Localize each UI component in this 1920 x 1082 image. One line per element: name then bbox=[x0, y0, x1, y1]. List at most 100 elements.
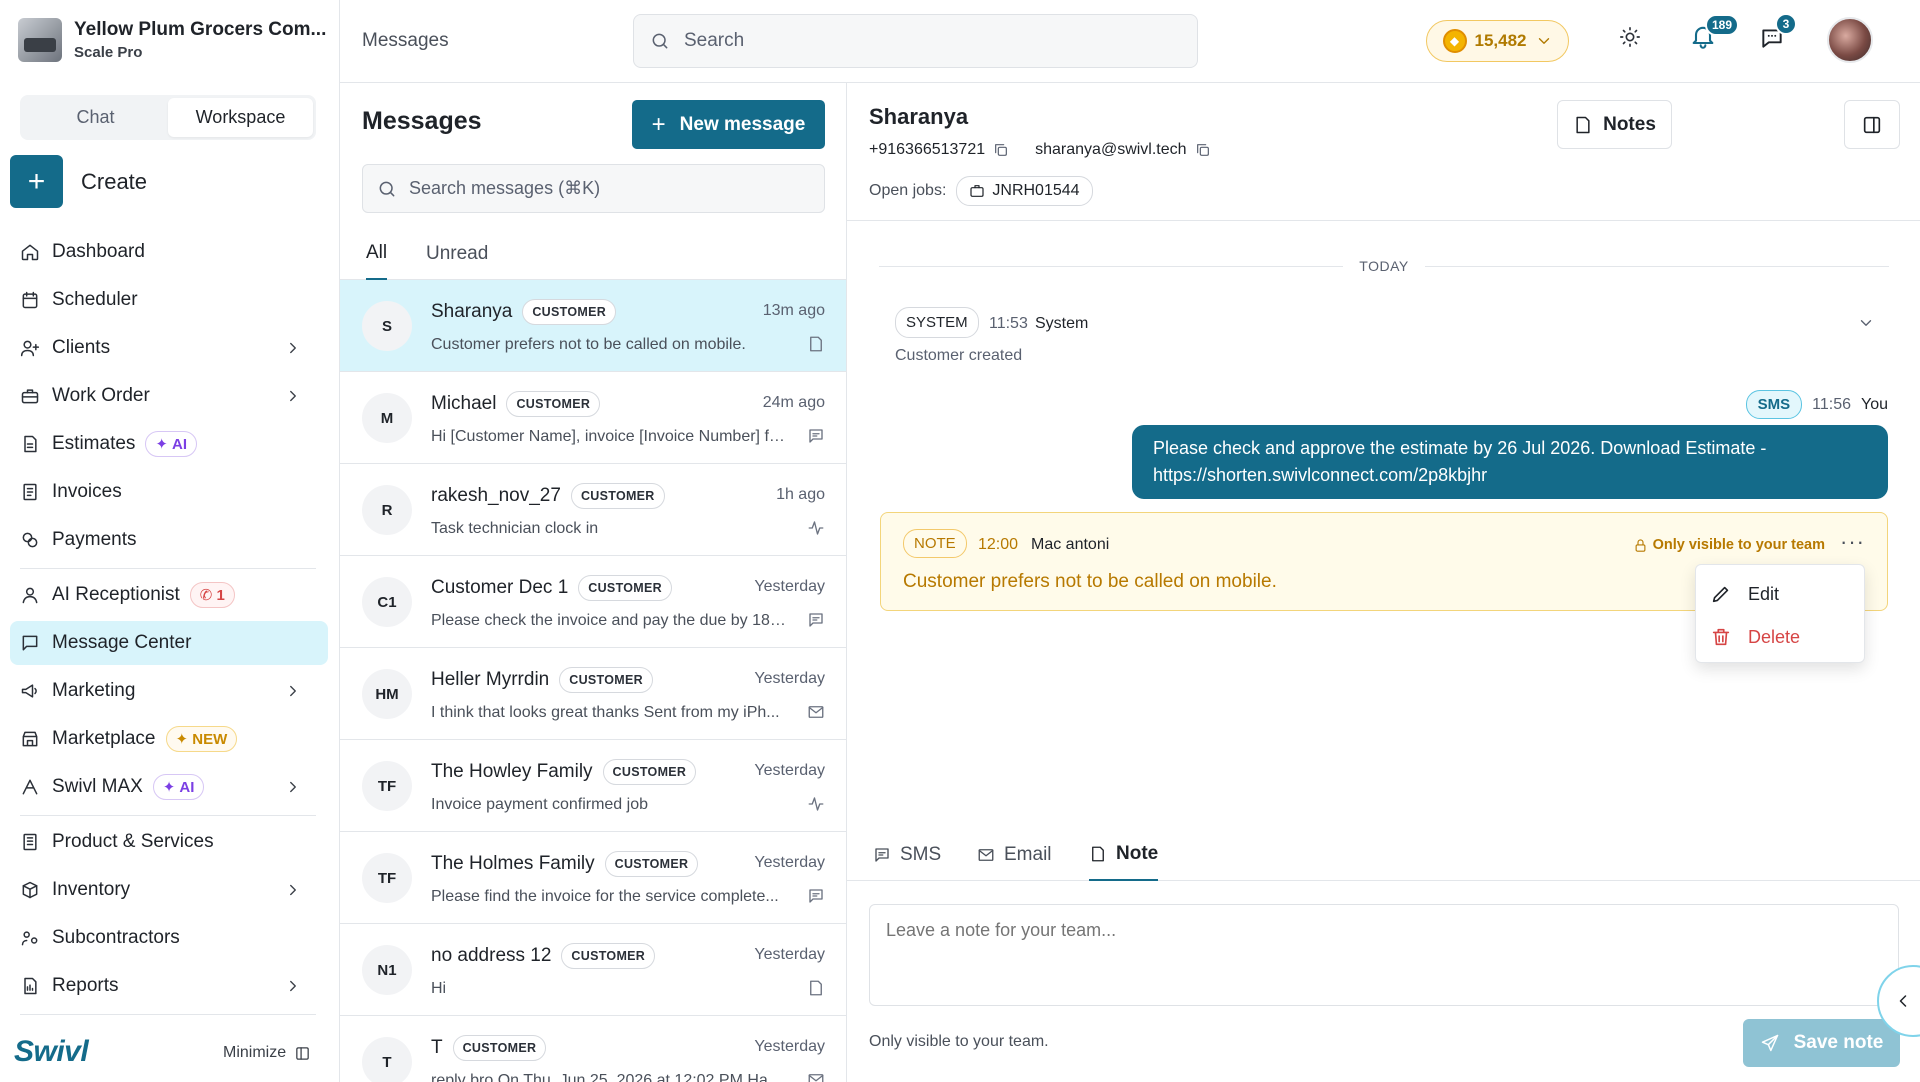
minimize-button[interactable]: Minimize bbox=[223, 1044, 311, 1062]
box-icon bbox=[22, 881, 38, 899]
toggle-details-panel-button[interactable] bbox=[1844, 100, 1900, 149]
mail-icon bbox=[808, 1074, 824, 1082]
chat-button[interactable]: 3 bbox=[1759, 13, 1797, 51]
tab-note[interactable]: Note bbox=[1089, 829, 1159, 881]
chat-icon bbox=[809, 889, 823, 903]
tab-workspace[interactable]: Workspace bbox=[168, 98, 313, 137]
ai-badge: ✦ AI bbox=[152, 774, 205, 800]
sidebar-item-label: Scheduler bbox=[52, 289, 138, 310]
ai-badge: ✦ AI bbox=[145, 431, 197, 457]
mode-switch: Chat Workspace bbox=[20, 95, 316, 140]
new-message-button[interactable]: + New message bbox=[632, 100, 825, 149]
conversation-row[interactable]: M Michael CUSTOMER 24m ago Hi [Customer N… bbox=[340, 372, 846, 464]
contact-avatar: N1 bbox=[362, 945, 412, 995]
sms-author: You bbox=[1861, 395, 1888, 413]
invoice-icon bbox=[23, 483, 37, 501]
document-icon bbox=[24, 435, 37, 453]
sidebar-item-label: Clients bbox=[52, 337, 111, 358]
create-button[interactable]: + bbox=[10, 155, 63, 208]
note-tag: NOTE bbox=[903, 529, 967, 558]
sidebar-item-subcontractors[interactable]: Subcontractors bbox=[10, 916, 328, 960]
header-divider bbox=[847, 220, 1920, 221]
contact-name: Sharanya bbox=[431, 301, 513, 322]
note-input[interactable] bbox=[869, 904, 1899, 1006]
sidebar-item-clients[interactable]: Clients bbox=[10, 326, 328, 370]
conversation-row[interactable]: N1 no address 12 CUSTOMER Yesterday Hi bbox=[340, 924, 846, 1016]
tab-sms[interactable]: SMS bbox=[873, 829, 941, 881]
theme-toggle-icon[interactable] bbox=[1619, 26, 1641, 48]
sidebar-item-reports[interactable]: Reports bbox=[10, 964, 328, 1008]
conversation-panel: Sharanya +916366513721 sharanya@swivl.te… bbox=[847, 83, 1920, 1082]
sidebar-item-inventory[interactable]: Inventory bbox=[10, 868, 328, 912]
search-icon bbox=[379, 181, 395, 196]
save-note-button[interactable]: Save note bbox=[1743, 1019, 1900, 1067]
message-time: Yesterday bbox=[754, 762, 825, 779]
sidebar-toggle-icon bbox=[296, 1046, 309, 1060]
conversation-row[interactable]: T T CUSTOMER Yesterday reply bro On Thu, … bbox=[340, 1016, 846, 1082]
note-icon bbox=[810, 336, 822, 352]
minimize-label: Minimize bbox=[223, 1044, 287, 1061]
new-badge: ✦ NEW bbox=[165, 726, 238, 752]
coins-balance-button[interactable]: ◆ 15,482 bbox=[1426, 20, 1569, 62]
phone-icon: ✆ bbox=[199, 587, 213, 604]
sidebar-item-product-services[interactable]: Product & Services bbox=[10, 820, 328, 864]
conversation-row[interactable]: HM Heller Myrrdin CUSTOMER Yesterday I th… bbox=[340, 648, 846, 740]
messages-search-input[interactable]: Search messages (⌘K) bbox=[362, 164, 825, 213]
customer-tag: CUSTOMER bbox=[506, 391, 601, 417]
message-time: Yesterday bbox=[754, 578, 825, 595]
note-icon bbox=[1576, 116, 1590, 133]
sidebar-item-label: Marketplace bbox=[52, 728, 156, 749]
copy-icon[interactable] bbox=[993, 142, 1009, 158]
contact-phone: +916366513721 bbox=[869, 141, 986, 158]
contact-avatar: T bbox=[362, 1037, 412, 1082]
system-author: System bbox=[1035, 315, 1089, 332]
user-avatar[interactable] bbox=[1827, 17, 1873, 63]
notifications-button[interactable]: 189 bbox=[1689, 14, 1740, 50]
sidebar-item-work-order[interactable]: Work Order bbox=[10, 374, 328, 418]
sidebar-item-label: Product & Services bbox=[52, 831, 214, 852]
catalog-icon bbox=[23, 833, 37, 851]
sms-tag: SMS bbox=[1745, 390, 1803, 419]
customer-tag: CUSTOMER bbox=[452, 1035, 547, 1061]
tab-chat[interactable]: Chat bbox=[23, 98, 168, 137]
conversation-row[interactable]: R rakesh_nov_27 CUSTOMER 1h ago Task tech… bbox=[340, 464, 846, 556]
tab-email[interactable]: Email bbox=[977, 829, 1052, 881]
sidebar-item-marketplace[interactable]: Marketplace ✦ NEW bbox=[10, 717, 328, 761]
org-switcher[interactable]: Yellow Plum Grocers Com... Scale Pro bbox=[18, 18, 326, 62]
sidebar-item-invoices[interactable]: Invoices bbox=[10, 470, 328, 514]
notes-button[interactable]: Notes bbox=[1557, 100, 1672, 149]
conversation-row[interactable]: S Sharanya CUSTOMER 13m ago Customer pref… bbox=[340, 280, 846, 372]
conversation-row[interactable]: TF The Howley Family CUSTOMER Yesterday I… bbox=[340, 740, 846, 832]
sidebar-item-dashboard[interactable]: Dashboard bbox=[10, 230, 328, 274]
sidebar-item-ai-receptionist[interactable]: AI Receptionist ✆ 1 bbox=[10, 573, 328, 617]
briefcase-icon bbox=[970, 185, 984, 197]
tab-unread[interactable]: Unread bbox=[426, 228, 488, 280]
sidebar-item-scheduler[interactable]: Scheduler bbox=[10, 278, 328, 322]
delete-menu-item[interactable]: Delete bbox=[1710, 617, 1800, 657]
tab-all[interactable]: All bbox=[366, 228, 388, 280]
sidebar: Yellow Plum Grocers Com... Scale Pro Cha… bbox=[0, 0, 340, 1082]
contact-name: T bbox=[431, 1037, 443, 1058]
sidebar-item-label: Message Center bbox=[52, 632, 192, 653]
conversation-row[interactable]: C1 Customer Dec 1 CUSTOMER Yesterday Plea… bbox=[340, 556, 846, 648]
conversation-row[interactable]: TF The Holmes Family CUSTOMER Yesterday P… bbox=[340, 832, 846, 924]
message-preview: Hi [Customer Name], invoice [Invoice Num… bbox=[431, 428, 786, 445]
customer-tag: CUSTOMER bbox=[578, 575, 672, 601]
open-jobs: Open jobs: JNRH01544 bbox=[869, 176, 1093, 206]
create-action[interactable]: + Create bbox=[10, 155, 147, 208]
sidebar-item-marketing[interactable]: Marketing bbox=[10, 669, 328, 713]
sidebar-item-message-center[interactable]: Message Center bbox=[10, 621, 328, 665]
create-label: Create bbox=[81, 168, 148, 194]
note-icon bbox=[810, 980, 822, 996]
copy-icon[interactable] bbox=[1195, 142, 1211, 158]
sidebar-item-label: Work Order bbox=[52, 385, 150, 406]
sidebar-item-swivl-max[interactable]: Swivl MAX ✦ AI bbox=[10, 765, 328, 809]
sidebar-item-payments[interactable]: Payments bbox=[10, 518, 328, 562]
edit-menu-item[interactable]: Edit bbox=[1710, 574, 1779, 614]
sidebar-item-label: Subcontractors bbox=[52, 927, 180, 948]
more-options-icon[interactable]: ··· bbox=[1840, 529, 1865, 555]
sidebar-item-estimates[interactable]: Estimates ✦ AI bbox=[10, 422, 328, 466]
job-pill[interactable]: JNRH01544 bbox=[956, 176, 1093, 206]
chevron-down-icon[interactable] bbox=[1857, 314, 1875, 332]
global-search-input[interactable]: Search bbox=[633, 14, 1198, 68]
